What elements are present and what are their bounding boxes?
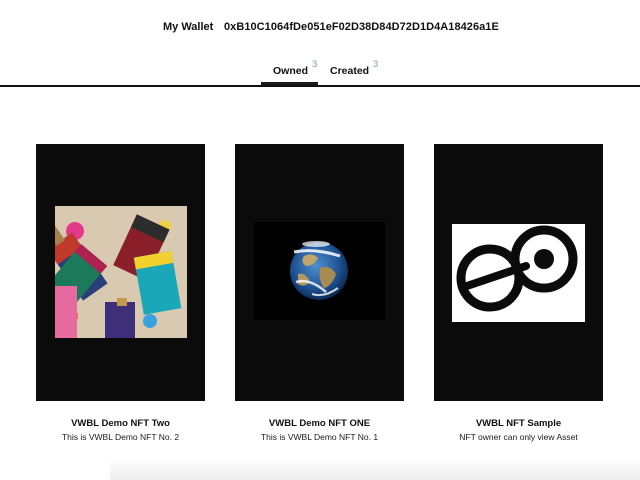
earth-image	[254, 222, 385, 320]
tab-owned-label: Owned	[273, 65, 309, 77]
nft-card-media	[235, 144, 404, 401]
nft-card[interactable]: VWBL Demo NFT Two This is VWBL Demo NFT …	[36, 144, 205, 446]
nft-card[interactable]: VWBL Demo NFT ONE This is VWBL Demo NFT …	[235, 144, 404, 446]
header-divider	[0, 85, 640, 87]
my-wallet-page: My Wallet 0xB10C1064fDe051eF02D38D84D72D…	[0, 0, 640, 480]
vwbl-logo-image	[452, 224, 585, 322]
nft-card-media	[36, 144, 205, 401]
tab-bar: Owned 3 Created 3	[0, 58, 640, 86]
nft-title: VWBL Demo NFT ONE	[268, 418, 371, 429]
bottom-fade-overlay	[110, 458, 640, 480]
wallet-header: My Wallet 0xB10C1064fDe051eF02D38D84D72D…	[0, 19, 640, 35]
paint-brushes-image	[55, 206, 187, 338]
nft-title: VWBL NFT Sample	[475, 418, 562, 429]
nft-title: VWBL Demo NFT Two	[71, 418, 170, 429]
nft-card[interactable]: VWBL NFT Sample NFT owner can only view …	[434, 144, 603, 446]
nft-description: This is VWBL Demo NFT No. 1	[260, 432, 379, 442]
tab-created-label: Created	[330, 65, 370, 77]
tab-created[interactable]: Created 3	[322, 58, 386, 85]
tab-owned[interactable]: Owned 3	[261, 58, 318, 85]
tab-owned-count: 3	[312, 59, 318, 70]
earth-image-frame	[254, 222, 385, 320]
nft-description: NFT owner can only view Asset	[459, 432, 578, 442]
wallet-label: My Wallet	[163, 21, 214, 33]
nft-description: This is VWBL Demo NFT No. 2	[61, 432, 180, 442]
tab-created-count: 3	[373, 59, 379, 70]
wallet-address: 0xB10C1064fDe051eF02D38D84D72D1D4A18426a…	[224, 21, 499, 33]
nft-card-media	[434, 144, 603, 401]
